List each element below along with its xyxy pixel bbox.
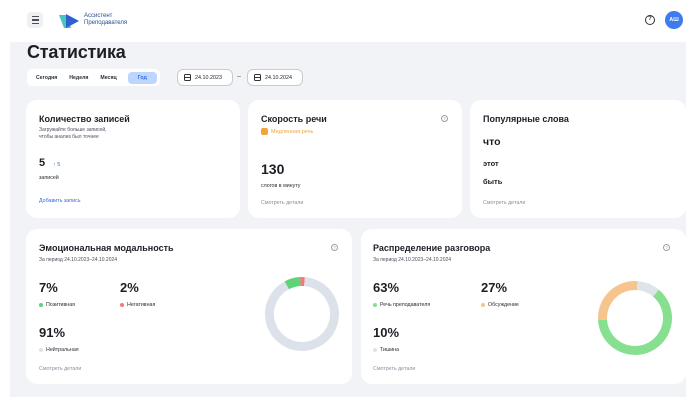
records-unit: записей: [39, 175, 59, 181]
speech-speed-title: Скорость речи: [261, 114, 327, 124]
neutral-value: 91%: [39, 325, 66, 340]
conversation-title: Распределение разговора: [373, 243, 491, 253]
period-today[interactable]: Сегодня: [30, 72, 63, 84]
period-selector: Сегодня Неделя Месяц Год: [27, 69, 160, 86]
info-icon[interactable]: ?: [441, 115, 448, 122]
negative-legend: Негативная: [120, 302, 155, 308]
negative-value: 2%: [120, 280, 139, 295]
page-title: Статистика: [27, 42, 126, 62]
silence-legend: Тишина: [373, 347, 399, 353]
add-record-link[interactable]: Добавить запись: [39, 198, 81, 204]
date-from-field[interactable]: 24.10.2023: [177, 69, 233, 86]
silence-dot: [373, 348, 377, 352]
period-week[interactable]: Неделя: [63, 72, 94, 84]
speed-details-link[interactable]: Смотреть детали: [261, 200, 303, 206]
help-icon[interactable]: ?: [645, 15, 655, 25]
speech-speed-unit: слогов в минуту: [261, 183, 301, 189]
emotion-title: Эмоциональная модальность: [39, 243, 174, 253]
popular-word-2: этот: [483, 159, 499, 168]
records-title: Количество записей: [39, 114, 130, 124]
emotion-period: За период 24.10.2023–24.10.2024: [39, 257, 118, 263]
positive-value: 7%: [39, 280, 58, 295]
speech-speed-value: 130: [261, 161, 285, 177]
calendar-icon: [254, 74, 261, 81]
discussion-value: 27%: [481, 280, 508, 295]
records-count: 5: [39, 157, 46, 169]
records-delta: ↑ 5: [53, 162, 61, 168]
silence-value: 10%: [373, 325, 400, 340]
records-hint: Загружайте больше записей, чтобы анализ …: [39, 127, 107, 140]
popular-word-1: что: [483, 136, 501, 148]
speed-status-badge: Медленная речь: [261, 128, 313, 135]
neutral-dot: [39, 348, 43, 352]
conversation-period: За период 24.10.2023–24.10.2024: [373, 257, 452, 263]
logo-icon: [59, 14, 79, 28]
period-year[interactable]: Год: [127, 71, 157, 84]
donut-slice-positive: [284, 277, 301, 290]
positive-dot: [39, 303, 43, 307]
menu-icon[interactable]: [27, 12, 43, 28]
brand-name: Ассистент Преподавателя: [84, 13, 128, 26]
neutral-legend: Нейтральная: [39, 347, 79, 353]
donut-slice-neutral: [265, 277, 339, 351]
warning-icon: [261, 128, 268, 135]
calendar-icon: [184, 74, 191, 81]
teacher-dot: [373, 303, 377, 307]
teacher-legend: Речь преподавателя: [373, 302, 430, 308]
info-icon[interactable]: ?: [331, 244, 338, 251]
donut-slice-discussion: [598, 281, 638, 321]
popular-word-3: быть: [483, 177, 503, 186]
donut-slice-teacher: [598, 289, 672, 355]
words-details-link[interactable]: Смотреть детали: [483, 200, 525, 206]
avatar[interactable]: АШ: [665, 11, 683, 29]
positive-legend: Позитивная: [39, 302, 75, 308]
conversation-donut-chart: [598, 281, 672, 355]
emotion-details-link[interactable]: Смотреть детали: [39, 366, 81, 372]
discussion-legend: Обсуждение: [481, 302, 519, 308]
discussion-dot: [481, 303, 485, 307]
info-icon[interactable]: ?: [663, 244, 670, 251]
donut-slice-silence: [636, 281, 659, 297]
period-month[interactable]: Месяц: [94, 72, 122, 84]
emotion-donut-chart: [265, 277, 339, 351]
date-separator: –: [237, 73, 241, 80]
negative-dot: [120, 303, 124, 307]
teacher-value: 63%: [373, 280, 400, 295]
conversation-details-link[interactable]: Смотреть детали: [373, 366, 415, 372]
date-to-field[interactable]: 24.10.2024: [247, 69, 303, 86]
popular-words-title: Популярные слова: [483, 114, 569, 124]
